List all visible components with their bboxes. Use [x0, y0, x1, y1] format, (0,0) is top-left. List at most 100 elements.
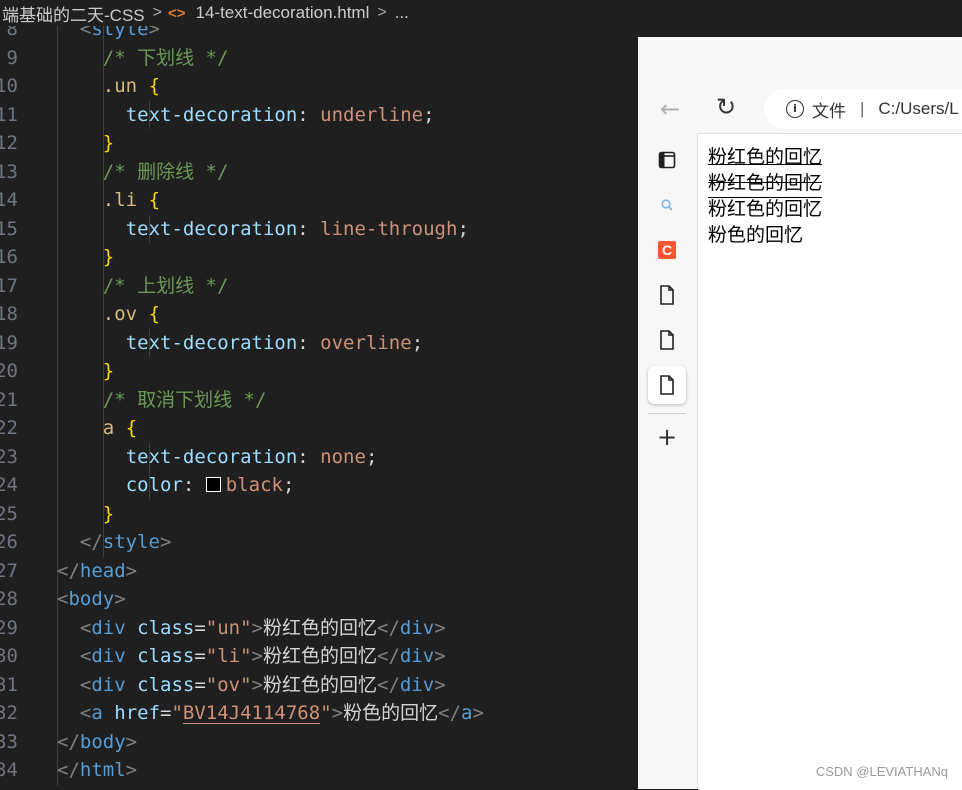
new-tab-plus-icon[interactable]: +	[648, 418, 686, 456]
code-token: text-decoration	[125, 331, 298, 354]
code-line[interactable]: 8 <style>	[0, 26, 638, 44]
code-line[interactable]: 18 .ov {	[0, 300, 638, 329]
code-line[interactable]: 16}	[0, 243, 638, 272]
code-token: >	[114, 588, 126, 610]
line-number: 31	[0, 673, 18, 696]
breadcrumb-file[interactable]: 14-text-decoration.html	[194, 3, 372, 23]
code-token: </	[79, 531, 103, 553]
line-number: 19	[0, 331, 18, 354]
code-token: <	[79, 645, 92, 667]
code-line[interactable]: 28 <body>	[0, 585, 638, 614]
page-viewport: 粉红色的回忆 粉红色的回忆 粉红色的回忆 粉色的回忆	[698, 133, 962, 790]
code-token: }	[102, 246, 115, 268]
page-line-underline: 粉红色的回忆	[708, 146, 823, 168]
code-line[interactable]: 12}	[0, 129, 638, 158]
code-token: overline	[320, 331, 412, 354]
watermark: CSDN @LEVIATHANq	[815, 764, 948, 779]
code-token: a	[91, 702, 103, 724]
code-token: "un"	[205, 616, 252, 639]
code-line[interactable]: 27 </head>	[0, 557, 638, 586]
code-text: /* 下划线 */	[103, 44, 229, 73]
code-line[interactable]: 26 </style>	[0, 528, 638, 557]
color-swatch-icon[interactable]	[205, 477, 221, 492]
code-token: div	[399, 645, 435, 667]
code-token: head	[79, 559, 126, 582]
code-token: 粉红色的回忆	[263, 673, 378, 696]
code-text: .un {	[103, 72, 160, 101]
code-token: :	[297, 103, 321, 126]
address-label: 文件	[812, 101, 846, 121]
code-text: </html>	[57, 756, 137, 785]
code-token: <	[79, 702, 92, 724]
code-text: <div class="ov">粉红色的回忆</div>	[80, 671, 446, 700]
code-token: </	[377, 645, 400, 667]
svg-text:C: C	[662, 242, 672, 258]
code-text: }	[103, 357, 114, 386]
search-icon[interactable]	[648, 186, 686, 224]
document-tab-icon[interactable]	[648, 276, 686, 314]
code-token: =	[194, 616, 206, 639]
document-tab-icon[interactable]	[648, 321, 686, 359]
line-number: 28	[0, 588, 18, 610]
code-line[interactable]: 15 text-decoration: line-through;	[0, 215, 638, 244]
breadcrumb-folder[interactable]: 端基础的二天-CSS	[0, 1, 147, 26]
reload-icon[interactable]: ↻	[716, 93, 736, 121]
code-line[interactable]: 11 text-decoration: underline;	[0, 101, 638, 130]
code-editor[interactable]: 8 <style> 9/* 下划线 */10 .un {11 text-decorati…	[0, 26, 638, 789]
code-line[interactable]: 17 /* 上划线 */	[0, 272, 638, 301]
code-line[interactable]: 31 <div class="ov">粉红色的回忆</div>	[0, 671, 638, 700]
tab-actions-icon[interactable]	[648, 141, 686, 179]
code-line[interactable]: 13 /* 删除线 */	[0, 158, 638, 187]
csdn-tab-icon[interactable]: C	[648, 231, 686, 269]
code-line[interactable]: 14 .li {	[0, 186, 638, 215]
code-line[interactable]: 34 </html>	[0, 756, 638, 785]
code-line[interactable]: 19 text-decoration: overline;	[0, 329, 638, 358]
code-token: "	[171, 702, 183, 724]
code-line[interactable]: 22 a {	[0, 414, 638, 443]
code-line[interactable]: 10 .un {	[0, 72, 638, 101]
line-number: 27	[0, 559, 18, 582]
line-number: 25	[0, 502, 18, 525]
code-line[interactable]: 20}	[0, 357, 638, 386]
breadcrumb-more[interactable]: ...	[393, 3, 411, 23]
code-line[interactable]: 30 <div class="li">粉红色的回忆</div>	[0, 642, 638, 671]
code-token: {	[125, 417, 138, 439]
code-token: >	[251, 616, 263, 639]
code-token: >	[251, 673, 263, 696]
document-tab-icon-active[interactable]	[648, 366, 686, 404]
code-line[interactable]: 32 <a href="BV14J4114768">粉色的回忆</a>	[0, 699, 638, 728]
code-token: href	[114, 702, 161, 724]
page-link[interactable]: 粉色的回忆	[708, 222, 803, 248]
back-arrow-icon[interactable]: ←	[660, 95, 680, 123]
vertical-tab-strip: C +	[638, 133, 698, 789]
code-line[interactable]: 25}	[0, 500, 638, 529]
code-token: .li	[102, 189, 149, 211]
line-number: 32	[0, 702, 18, 724]
code-line[interactable]: 21 /* 取消下划线 */	[0, 386, 638, 415]
code-token: :	[297, 331, 321, 354]
code-token: <	[79, 26, 92, 40]
code-token: body	[68, 588, 115, 610]
line-number: 14	[0, 189, 18, 211]
info-icon[interactable]: i	[786, 100, 804, 118]
code-text: /* 取消下划线 */	[103, 386, 267, 415]
code-line[interactable]: 24 color: black;	[0, 471, 638, 500]
address-bar[interactable]: i 文件 | C:/Users/L	[764, 89, 962, 129]
code-token: .ov	[102, 303, 149, 325]
code-text: <div class="un">粉红色的回忆</div>	[80, 614, 446, 643]
code-token: BV14J4114768	[182, 702, 321, 724]
code-token: ;	[423, 103, 435, 126]
code-line[interactable]: 33 </body>	[0, 728, 638, 757]
code-text: a {	[103, 414, 137, 443]
code-text: <div class="li">粉红色的回忆</div>	[80, 642, 446, 671]
code-text: .li {	[103, 186, 160, 215]
code-token: >	[434, 645, 446, 667]
line-number: 30	[0, 645, 18, 667]
code-line[interactable]: 23 text-decoration: none;	[0, 443, 638, 472]
line-number: 18	[0, 303, 18, 325]
code-line[interactable]: 29 <div class="un">粉红色的回忆</div>	[0, 614, 638, 643]
code-token: 粉红色的回忆	[263, 645, 378, 667]
code-line[interactable]: 9 /* 下划线 */	[0, 44, 638, 73]
